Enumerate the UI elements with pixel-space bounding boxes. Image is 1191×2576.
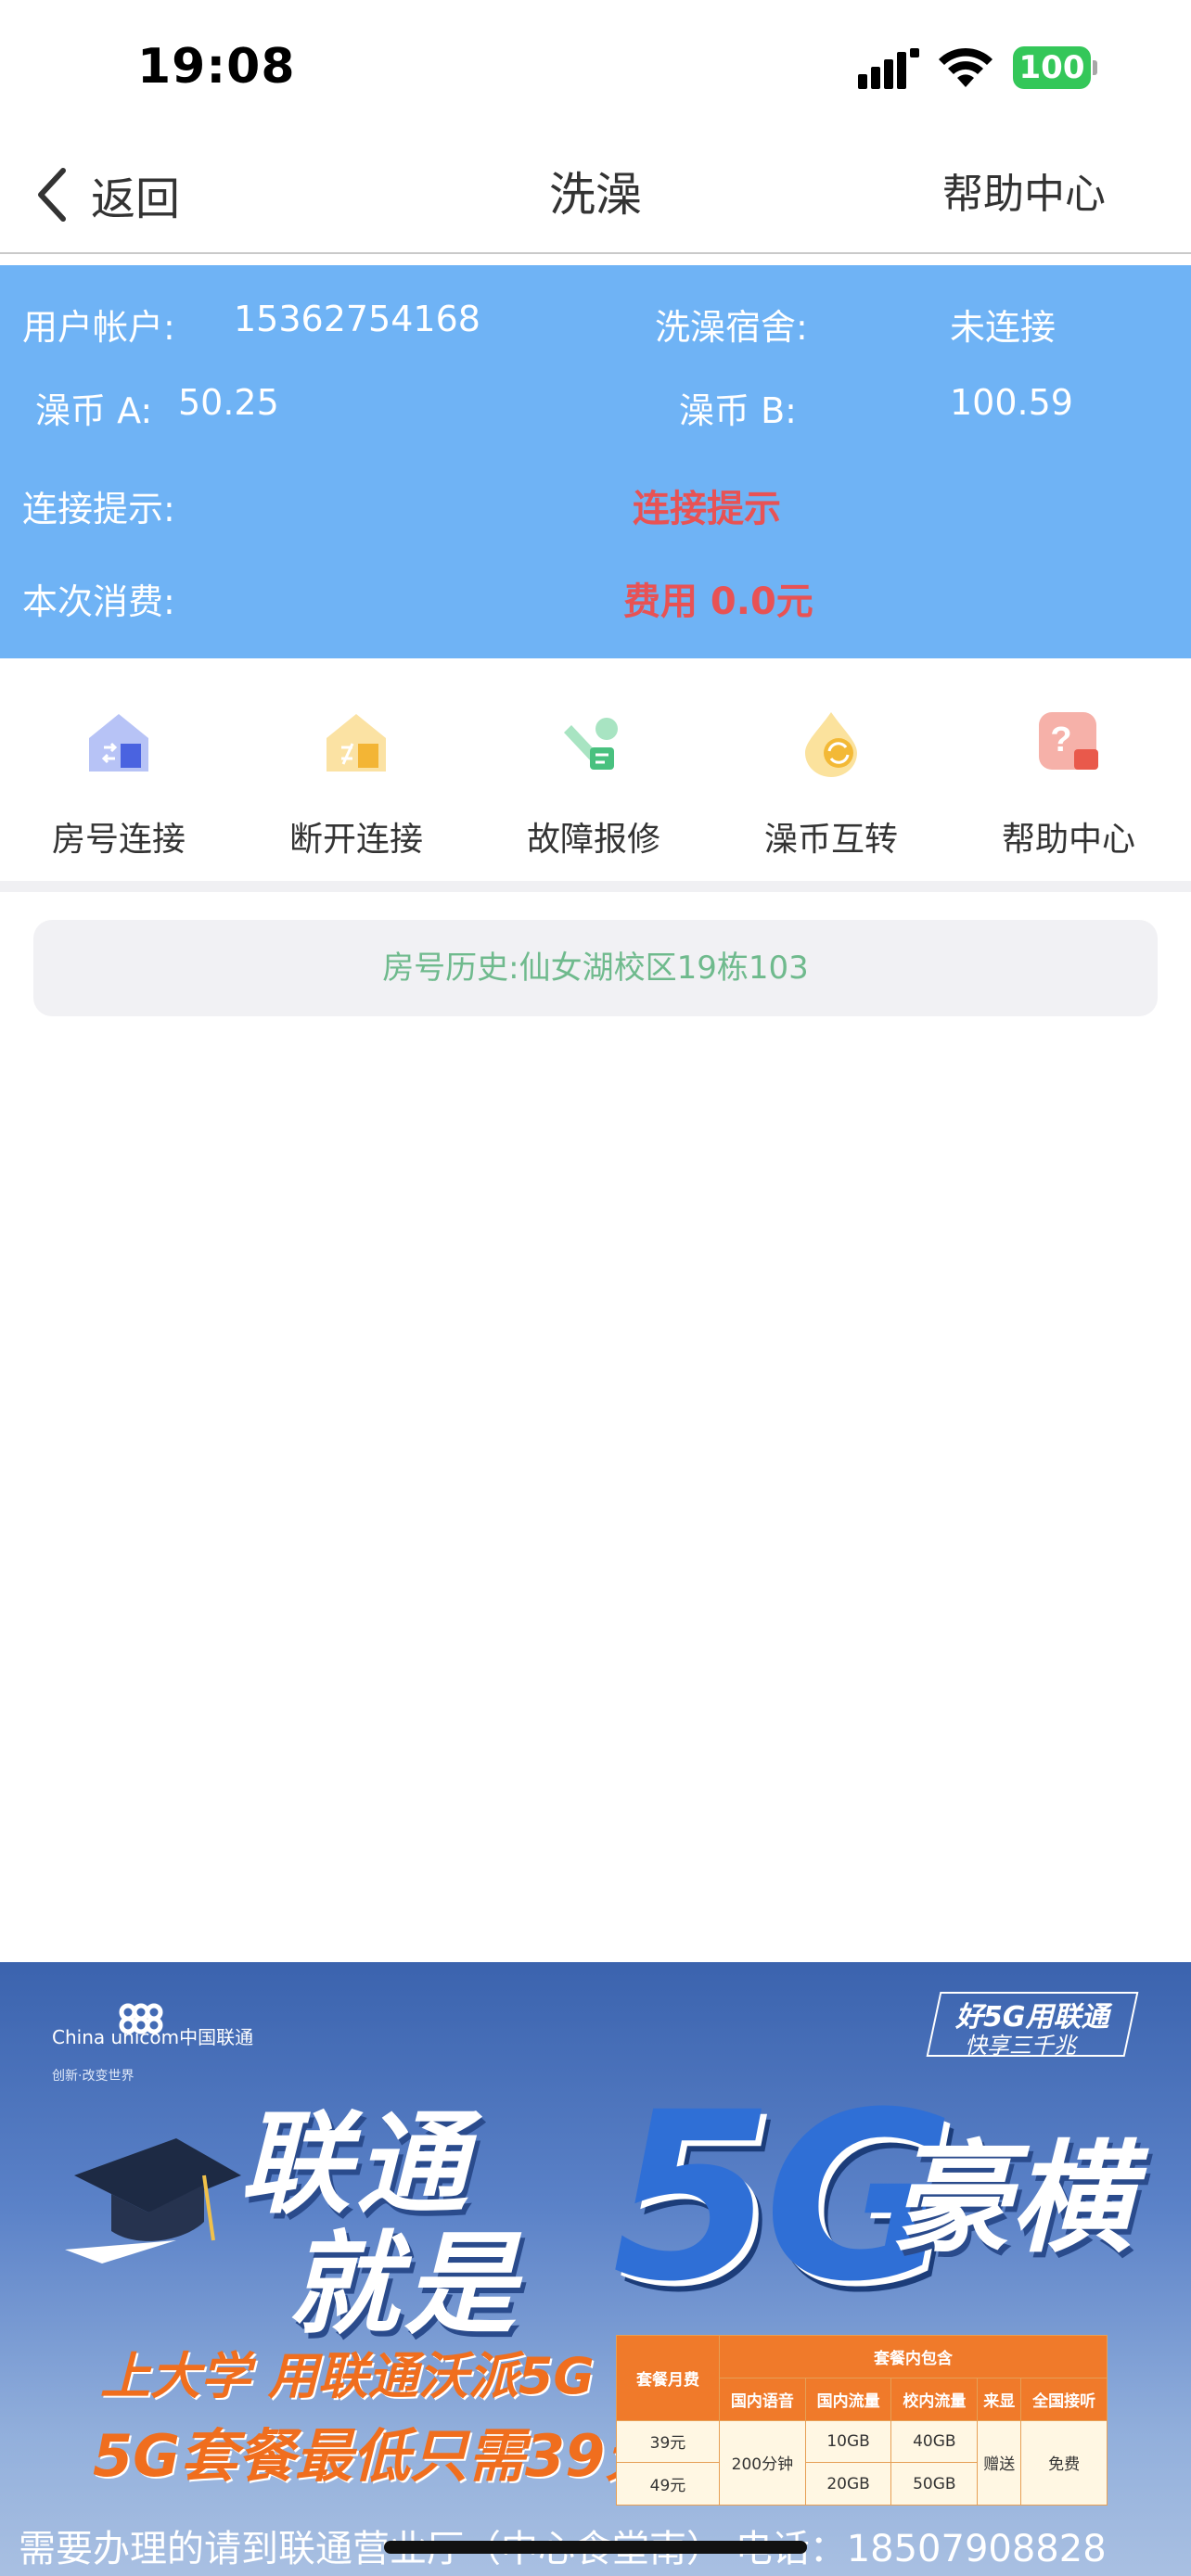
help-center-button[interactable]: ? 帮助中心 [950,658,1187,881]
cost-label: 本次消费: [22,581,175,622]
account-value: 15362754168 [234,299,480,339]
cost-value: 费用 0.0元 [623,580,813,623]
plan-caller: 赠送 [977,2419,1022,2506]
function-grid: 房号连接 断开连接 故障报修 澡币互转 ? 帮助中心 [0,658,1191,881]
coin-b-label: 澡币 B: [679,390,797,431]
house-disconnect-icon [327,714,386,772]
headline-2: 就是 [288,2221,521,2350]
disconnect-label: 断开连接 [288,821,423,859]
chevron-left-icon [38,168,66,222]
room-history-item[interactable]: 房号历史:仙女湖校区19栋103 [33,920,1158,1016]
plan-price-2: 49元 [616,2462,720,2506]
section-divider [0,881,1191,892]
help-icon: ? [1039,712,1098,770]
wifi-icon [939,47,992,87]
repair-button[interactable]: 故障报修 [475,658,712,881]
plan-campus-1: 40GB [890,2419,979,2464]
nav-bar: 返回 洗澡 帮助中心 [0,139,1191,254]
room-connect-label: 房号连接 [51,821,186,859]
plan-col-data: 国内流量 [804,2377,892,2421]
graduation-cap-icon [65,2138,241,2264]
coin-transfer-label: 澡币互转 [763,821,898,859]
dorm-value: 未连接 [950,307,1057,348]
unicom-logo-sub: 创新·改变世界 [52,2069,134,2084]
room-connect-button[interactable]: 房号连接 [0,658,237,881]
plan-col-campus: 校内流量 [890,2377,979,2421]
page-title: 洗澡 [549,168,642,222]
account-info-panel: 用户帐户: 15362754168 洗澡宿舍: 未连接 澡币 A: 50.25 … [0,265,1191,658]
ad-banner[interactable]: China unicom中国联通 创新·改变世界 好5G用联通 快享三千兆 联通… [0,1962,1191,2576]
house-connect-icon [89,714,148,772]
coin-transfer-icon [805,712,857,777]
battery-icon: 100 [1013,46,1097,89]
promo-line1: 上大学 用联通沃派5G [100,2347,595,2405]
headline-3: 豪横 [890,2128,1133,2269]
account-label: 用户帐户: [22,307,175,348]
plan-col-voice: 国内语音 [719,2377,806,2421]
help-center-link[interactable]: 帮助中心 [942,158,1106,232]
connect-hint-label: 连接提示: [22,489,175,529]
status-bar: 19:08 100 [0,0,1191,139]
unicom-logo-text: China unicom中国联通 [52,2026,254,2048]
home-indicator[interactable] [384,2541,807,2554]
dorm-label: 洗澡宿舍: [655,307,808,348]
help-center-label: 帮助中心 [1001,821,1135,859]
coin-b-value: 100.59 [950,382,1073,423]
plan-voice: 200分钟 [719,2419,806,2506]
cellular-signal-icon [858,48,919,89]
wrench-icon [564,718,618,770]
plan-campus-2: 50GB [890,2462,979,2506]
plan-data-1: 10GB [804,2419,892,2464]
plan-table: 套餐月费 套餐内包含 国内语音 国内流量 校内流量 来显 全国接听 39元 20… [616,2335,1108,2506]
back-button[interactable]: 返回 [33,158,180,232]
disconnect-button[interactable]: 断开连接 [237,658,475,881]
repair-label: 故障报修 [526,821,660,859]
slogan-line2: 快享三千兆 [965,2033,1076,2059]
plan-data-2: 20GB [804,2462,892,2506]
back-label: 返回 [91,173,181,225]
coin-a-value: 50.25 [178,382,279,423]
plan-col-included: 套餐内包含 [719,2335,1108,2378]
plan-col-fee: 套餐月费 [616,2335,720,2421]
plan-price-1: 39元 [616,2419,720,2464]
connect-hint-value: 连接提示 [633,488,781,530]
plan-national: 免费 [1020,2419,1108,2506]
coin-a-label: 澡币 A: [35,390,153,431]
status-time: 19:08 [137,39,296,95]
coin-transfer-button[interactable]: 澡币互转 [712,658,950,881]
svg-text:?: ? [1050,721,1071,759]
plan-col-national: 全国接听 [1020,2377,1108,2421]
battery-level: 100 [1013,46,1091,89]
promo-line2: 5G套餐最低只需39元 [93,2422,663,2490]
plan-col-caller: 来显 [977,2377,1022,2421]
